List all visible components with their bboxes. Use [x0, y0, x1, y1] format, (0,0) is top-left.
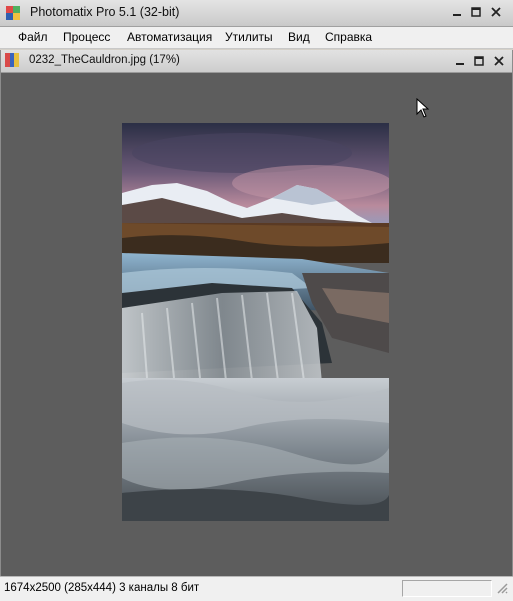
menu-automation[interactable]: Автоматизация	[127, 27, 212, 48]
status-panel	[402, 580, 492, 597]
resize-grip-icon[interactable]	[494, 580, 511, 597]
menu-help[interactable]: Справка	[325, 27, 372, 48]
menu-utilities[interactable]: Утилиты	[225, 27, 273, 48]
document-image-icon	[5, 53, 19, 67]
document-window: 0232_TheCauldron.jpg (17%)	[0, 50, 513, 576]
close-icon[interactable]	[488, 4, 504, 20]
status-bar: 1674x2500 (285x444) 3 каналы 8 бит	[0, 576, 513, 601]
maximize-icon[interactable]	[468, 4, 484, 20]
doc-close-icon[interactable]	[491, 53, 507, 69]
image-info: 1674x2500 (285x444) 3 каналы 8 бит	[4, 582, 200, 594]
document-titlebar[interactable]: 0232_TheCauldron.jpg (17%)	[1, 50, 512, 73]
minimize-icon[interactable]	[449, 4, 465, 20]
menu-view[interactable]: Вид	[288, 27, 310, 48]
window-title: Photomatix Pro 5.1 (32-bit)	[30, 5, 180, 19]
menu-file[interactable]: Файл	[18, 27, 48, 48]
doc-maximize-icon[interactable]	[471, 53, 487, 69]
menu-process[interactable]: Процесс	[63, 27, 110, 48]
mouse-pointer-icon	[416, 97, 430, 118]
document-title: 0232_TheCauldron.jpg (17%)	[29, 54, 180, 66]
doc-minimize-icon[interactable]	[452, 53, 468, 69]
photo-canvas[interactable]	[122, 123, 389, 521]
photomatix-app-icon	[5, 5, 21, 21]
app-titlebar[interactable]: Photomatix Pro 5.1 (32-bit)	[0, 0, 513, 27]
menu-bar: Файл Процесс Автоматизация Утилиты Вид С…	[0, 27, 513, 49]
